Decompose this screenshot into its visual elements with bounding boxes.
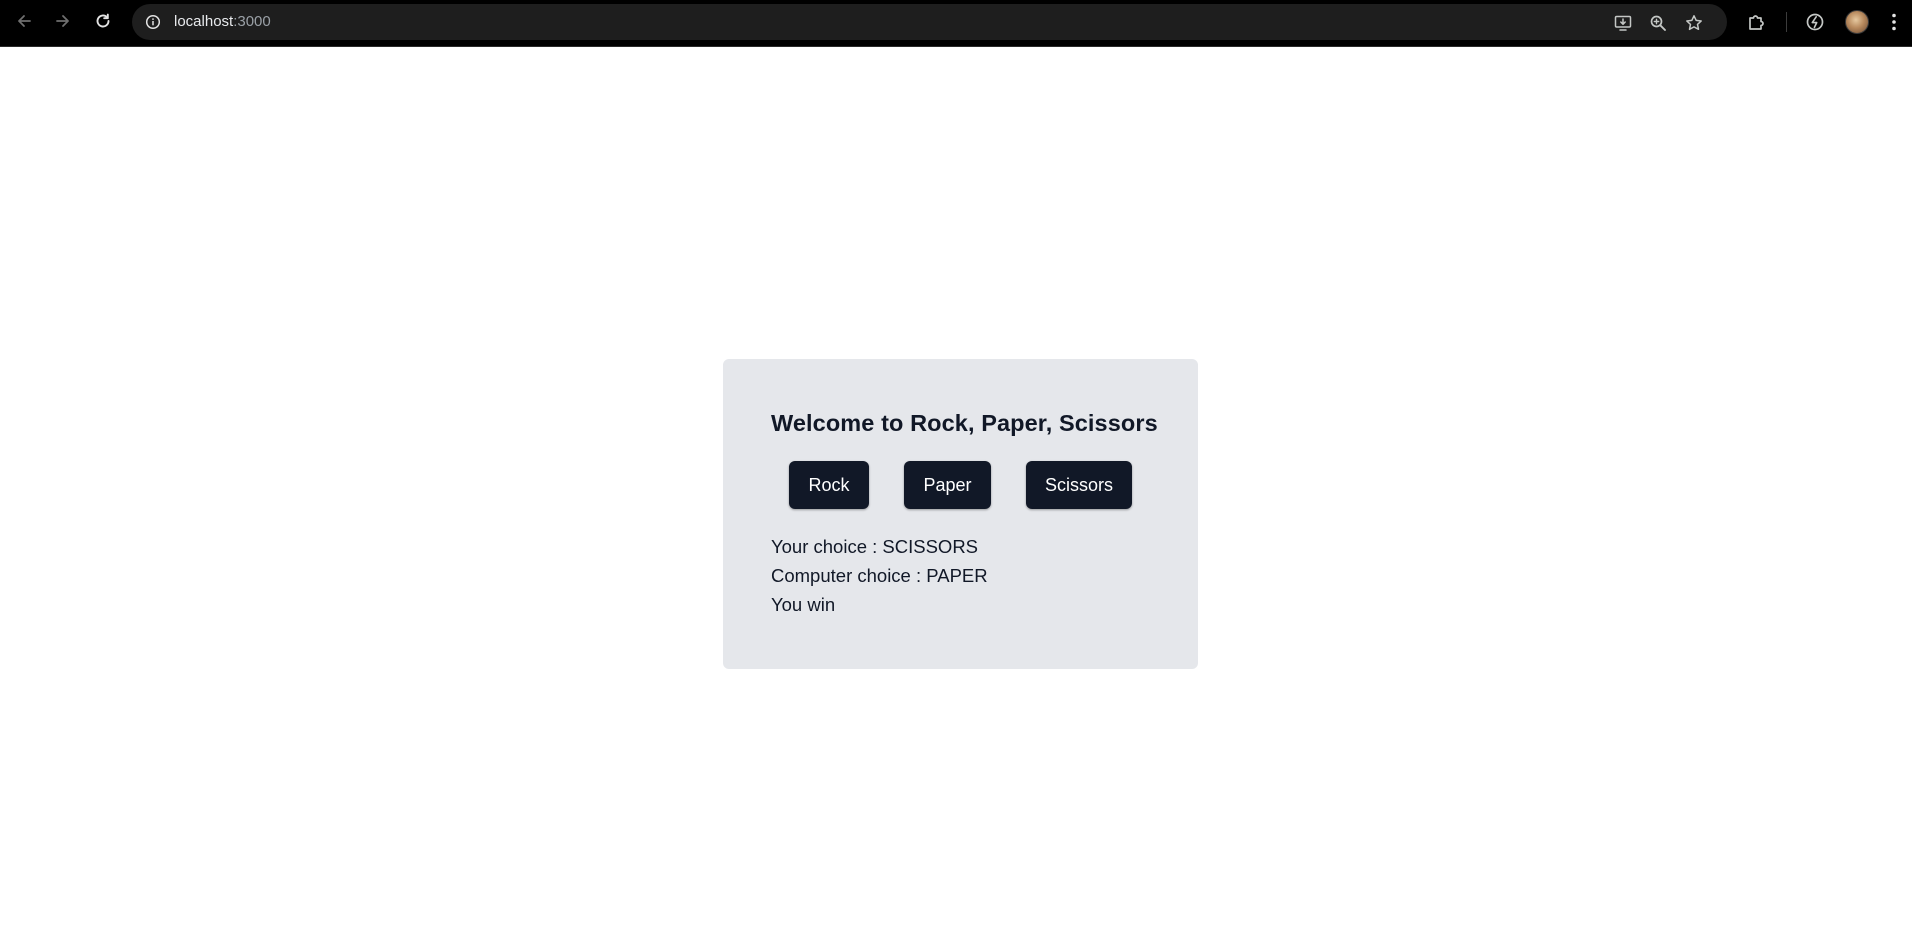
back-button[interactable] xyxy=(10,7,38,35)
arrow-right-icon xyxy=(56,15,69,27)
address-bar[interactable]: localhost:3000 xyxy=(132,4,1727,40)
reload-button[interactable] xyxy=(89,7,117,35)
your-choice-text: Your choice : SCISSORS xyxy=(771,536,979,557)
kebab-menu-icon xyxy=(1892,13,1896,31)
sync-button[interactable] xyxy=(1803,10,1827,34)
extensions-button[interactable] xyxy=(1745,10,1769,34)
browser-menu-button[interactable] xyxy=(1882,10,1906,34)
site-info-button[interactable] xyxy=(141,10,165,34)
sync-icon xyxy=(1806,13,1824,31)
info-icon xyxy=(145,14,161,30)
bookmark-button[interactable] xyxy=(1683,12,1705,34)
url-text[interactable]: localhost:3000 xyxy=(174,13,271,31)
toolbar-divider xyxy=(1786,12,1787,32)
computer-choice-text: Computer choice : PAPER xyxy=(771,565,988,586)
game-card: Welcome to Rock, Paper, Scissors Rock Pa… xyxy=(723,359,1198,669)
star-icon xyxy=(1686,15,1702,31)
arrow-left-icon xyxy=(18,15,31,27)
page-title: Welcome to Rock, Paper, Scissors xyxy=(771,410,1158,436)
install-app-icon xyxy=(1614,15,1632,31)
zoom-button[interactable] xyxy=(1647,12,1669,34)
browser-toolbar: localhost:3000 xyxy=(0,0,1912,47)
url-port: :3000 xyxy=(233,13,271,30)
rock-button[interactable]: Rock xyxy=(789,461,869,509)
result-text: You win xyxy=(771,594,836,615)
puzzle-icon xyxy=(1749,15,1764,30)
scissors-button[interactable]: Scissors xyxy=(1026,461,1132,509)
forward-button[interactable] xyxy=(49,7,77,35)
install-app-button[interactable] xyxy=(1612,12,1634,34)
paper-button[interactable]: Paper xyxy=(904,461,991,509)
profile-avatar[interactable] xyxy=(1845,10,1869,34)
url-host: localhost xyxy=(174,13,234,30)
reload-icon xyxy=(96,13,110,28)
zoom-icon xyxy=(1650,15,1666,31)
